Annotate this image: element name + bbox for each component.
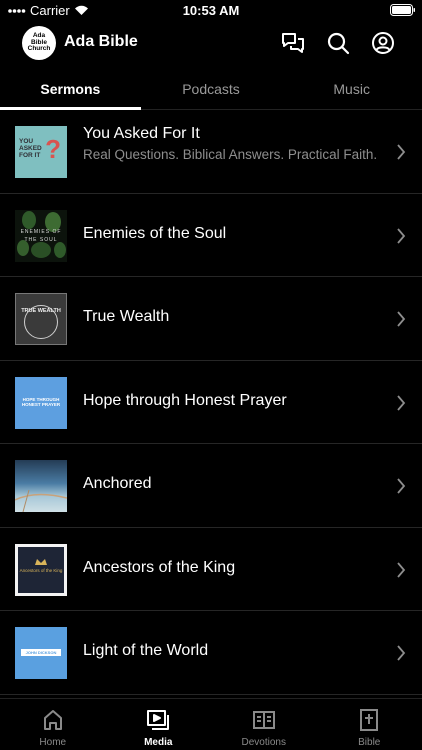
status-bar: Carrier 10:53 AM [0,0,422,22]
tab-sermons[interactable]: Sermons [0,70,141,110]
home-icon [43,710,62,730]
list-item[interactable]: JOHN DICKSON Light of the World [0,611,422,695]
chevron-right-icon [397,394,406,411]
profile-icon[interactable] [370,30,396,56]
sermon-subtitle: Real Questions. Biblical Answers. Practi… [83,147,378,162]
sermon-thumbnail: JOHN DICKSON [15,627,67,679]
nav-home[interactable]: Home [0,699,106,750]
list-item[interactable]: Anchored [0,444,422,528]
sermon-title: True Wealth [83,308,170,325]
chevron-right-icon [397,227,406,244]
bottom-nav: Home Media Devotions Bible [0,698,422,750]
app-header: Ada Bible Church Ada Bible [0,24,422,64]
thumbnail-text: YOU ASKED FOR IT [19,138,42,159]
list-item[interactable]: YOU ASKED FOR IT ? You Asked For It Real… [0,110,422,194]
sermon-list: YOU ASKED FOR IT ? You Asked For It Real… [0,110,422,695]
question-mark-graphic: ? [45,134,61,164]
nav-label: Media [144,737,173,748]
sermon-title: Hope through Honest Prayer [83,391,287,409]
bible-icon [360,709,379,731]
sermon-title: Enemies of the Soul [83,224,227,242]
chevron-right-icon [397,478,406,494]
nav-label: Devotions [241,737,286,748]
sermon-title: Anchored [83,475,152,492]
list-item[interactable]: ENEMIES OF THE SOUL Enemies of the Soul [0,194,422,277]
church-logo[interactable]: Ada Bible Church [22,26,56,60]
sermon-thumbnail: HOPE THROUGH HONEST PRAYER [15,376,67,429]
chevron-right-icon [397,311,406,327]
sermon-title: Light of the World [83,642,209,659]
tab-music[interactable]: Music [281,70,422,109]
nav-label: Home [39,737,67,748]
nav-label: Bible [358,737,381,748]
sermon-thumbnail: YOU ASKED FOR IT ? [15,126,67,178]
chevron-right-icon [397,144,406,160]
list-item[interactable]: TRUE WEALTH True Wealth [0,277,422,361]
thumbnail-text: ENEMIES OF THE SOUL [20,228,62,243]
nav-devotions[interactable]: Devotions [211,699,317,750]
thumbnail-inner: Ancestors of the King [18,546,64,593]
app-title: Ada Bible [64,33,138,50]
status-time: 10:53 AM [182,3,240,18]
media-icon [147,710,170,730]
thumbnail-text: Ancestors of the King [19,567,63,573]
thumbnail-text: HOPE THROUGH HONEST PRAYER [21,396,61,407]
tab-podcasts[interactable]: Podcasts [141,70,282,109]
sermon-thumbnail [15,460,67,512]
list-item[interactable]: Ancestors of the King Ancestors of the K… [0,528,422,611]
devotions-icon [252,711,275,729]
chevron-right-icon [397,645,406,661]
sermon-thumbnail: ENEMIES OF THE SOUL [15,209,67,262]
nav-bible[interactable]: Bible [317,699,422,750]
sermon-thumbnail: Ancestors of the King [15,543,67,596]
nav-media[interactable]: Media [106,699,212,750]
sermon-title: Ancestors of the King [83,558,236,576]
chat-icon[interactable] [280,30,306,56]
search-icon[interactable] [325,30,351,56]
chevron-right-icon [397,561,406,578]
logo-line: Church [27,45,51,53]
sermon-title: You Asked For It [83,125,200,142]
thumbnail-text: TRUE WEALTH [21,308,61,314]
list-item[interactable]: HOPE THROUGH HONEST PRAYER Hope through … [0,361,422,444]
media-tabs: Sermons Podcasts Music [0,70,422,110]
battery-icon [390,4,416,19]
sermon-thumbnail: TRUE WEALTH [15,293,67,345]
rope-graphic [15,489,67,512]
thumbnail-text: JOHN DICKSON [21,649,61,656]
